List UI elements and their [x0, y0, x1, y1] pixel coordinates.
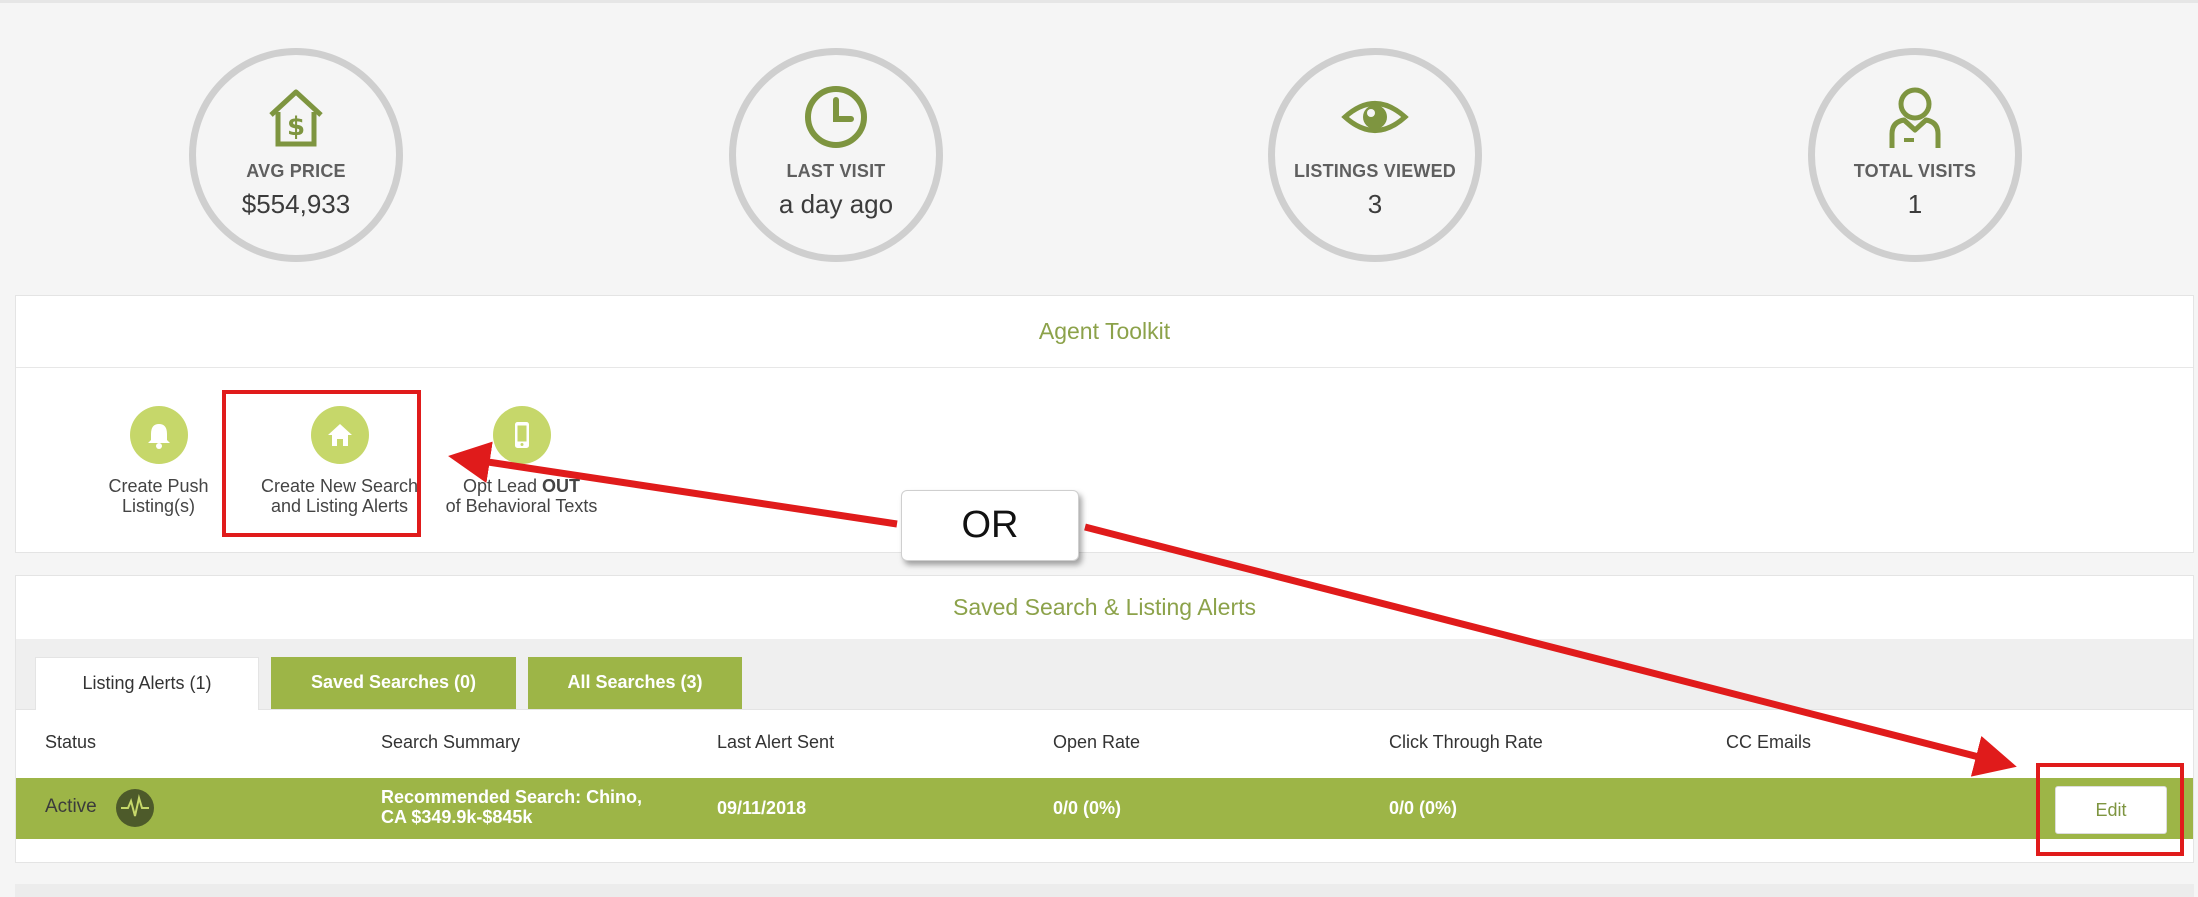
column-status: Status — [45, 732, 97, 752]
panel-title: Agent Toolkit — [16, 296, 2193, 368]
column-search-summary: Search Summary — [381, 732, 521, 752]
stat-label: LAST VISIT — [786, 161, 886, 181]
highlight-create-new-search — [222, 390, 421, 537]
highlight-edit-button — [2036, 763, 2184, 856]
stat-value: $554,933 — [241, 189, 351, 219]
table-header: Status Search Summary Last Alert Sent Op… — [16, 722, 2193, 762]
clock-icon — [805, 86, 867, 148]
tool-label-prefix: Opt Lead — [462, 476, 543, 496]
stat-last-visit: LAST VISIT a day ago — [729, 48, 943, 262]
or-callout: OR — [901, 490, 1079, 561]
mobile-phone-icon — [514, 422, 529, 448]
stat-total-visits: TOTAL VISITS 1 — [1808, 48, 2022, 262]
column-cc-emails: CC Emails — [1726, 732, 1812, 752]
status-text: Active — [45, 796, 97, 817]
panel-title: Saved Search & Listing Alerts — [953, 594, 1256, 620]
stat-label: AVG PRICE — [246, 161, 346, 181]
top-divider — [0, 0, 2198, 3]
stat-listings-viewed: LISTINGS VIEWED 3 — [1268, 48, 1482, 262]
tool-label-line1: Opt Lead OUT — [424, 476, 619, 496]
eye-icon — [1341, 101, 1409, 133]
tool-icon-circle — [129, 406, 188, 464]
tab-saved-searches[interactable]: Saved Searches (0) — [271, 657, 516, 709]
last-alert-sent: 09/11/2018 — [717, 798, 807, 818]
summary-line1: Recommended Search: Chino, — [381, 787, 643, 807]
person-icon — [1889, 87, 1941, 148]
column-open-rate: Open Rate — [1053, 732, 1141, 752]
stat-label: TOTAL VISITS — [1853, 161, 1977, 181]
column-last-alert-sent: Last Alert Sent — [717, 732, 835, 752]
tool-label-line2: of Behavioral Texts — [445, 496, 598, 516]
activity-pulse-icon — [116, 789, 154, 827]
search-summary[interactable]: Recommended Search: Chino, CA $349.9k-$8… — [381, 787, 642, 827]
click-through-rate: 0/0 (0%) — [1389, 798, 1458, 818]
tab-listing-alerts[interactable]: Listing Alerts (1) — [35, 657, 259, 710]
stat-value: 1 — [1907, 189, 1923, 219]
tool-label-bold: OUT — [542, 476, 581, 496]
saved-search-alerts-panel: Saved Search & Listing Alerts Listing Al… — [15, 575, 2194, 863]
stat-label: LISTINGS VIEWED — [1293, 161, 1456, 181]
tab-all-searches[interactable]: All Searches (3) — [528, 657, 742, 709]
tool-icon-circle — [492, 406, 551, 464]
tabs-bar: Listing Alerts (1) Saved Searches (0) Al… — [16, 639, 2193, 710]
next-panel-edge — [15, 884, 2194, 897]
svg-text:$: $ — [287, 112, 305, 142]
column-click-through-rate: Click Through Rate — [1389, 732, 1543, 752]
stat-value: a day ago — [778, 189, 894, 219]
bell-icon — [147, 424, 170, 449]
house-dollar-icon: $ — [269, 89, 323, 147]
stat-value: 3 — [1367, 189, 1383, 219]
open-rate: 0/0 (0%) — [1053, 798, 1122, 818]
tool-opt-lead-out[interactable]: Opt Lead OUT of Behavioral Texts — [424, 406, 619, 516]
stat-avg-price: $ AVG PRICE $554,933 — [189, 48, 403, 262]
table-row[interactable]: Active Recommended Search: Chino, CA $34… — [16, 778, 2193, 839]
summary-line2: CA $349.9k-$845k — [381, 807, 533, 827]
